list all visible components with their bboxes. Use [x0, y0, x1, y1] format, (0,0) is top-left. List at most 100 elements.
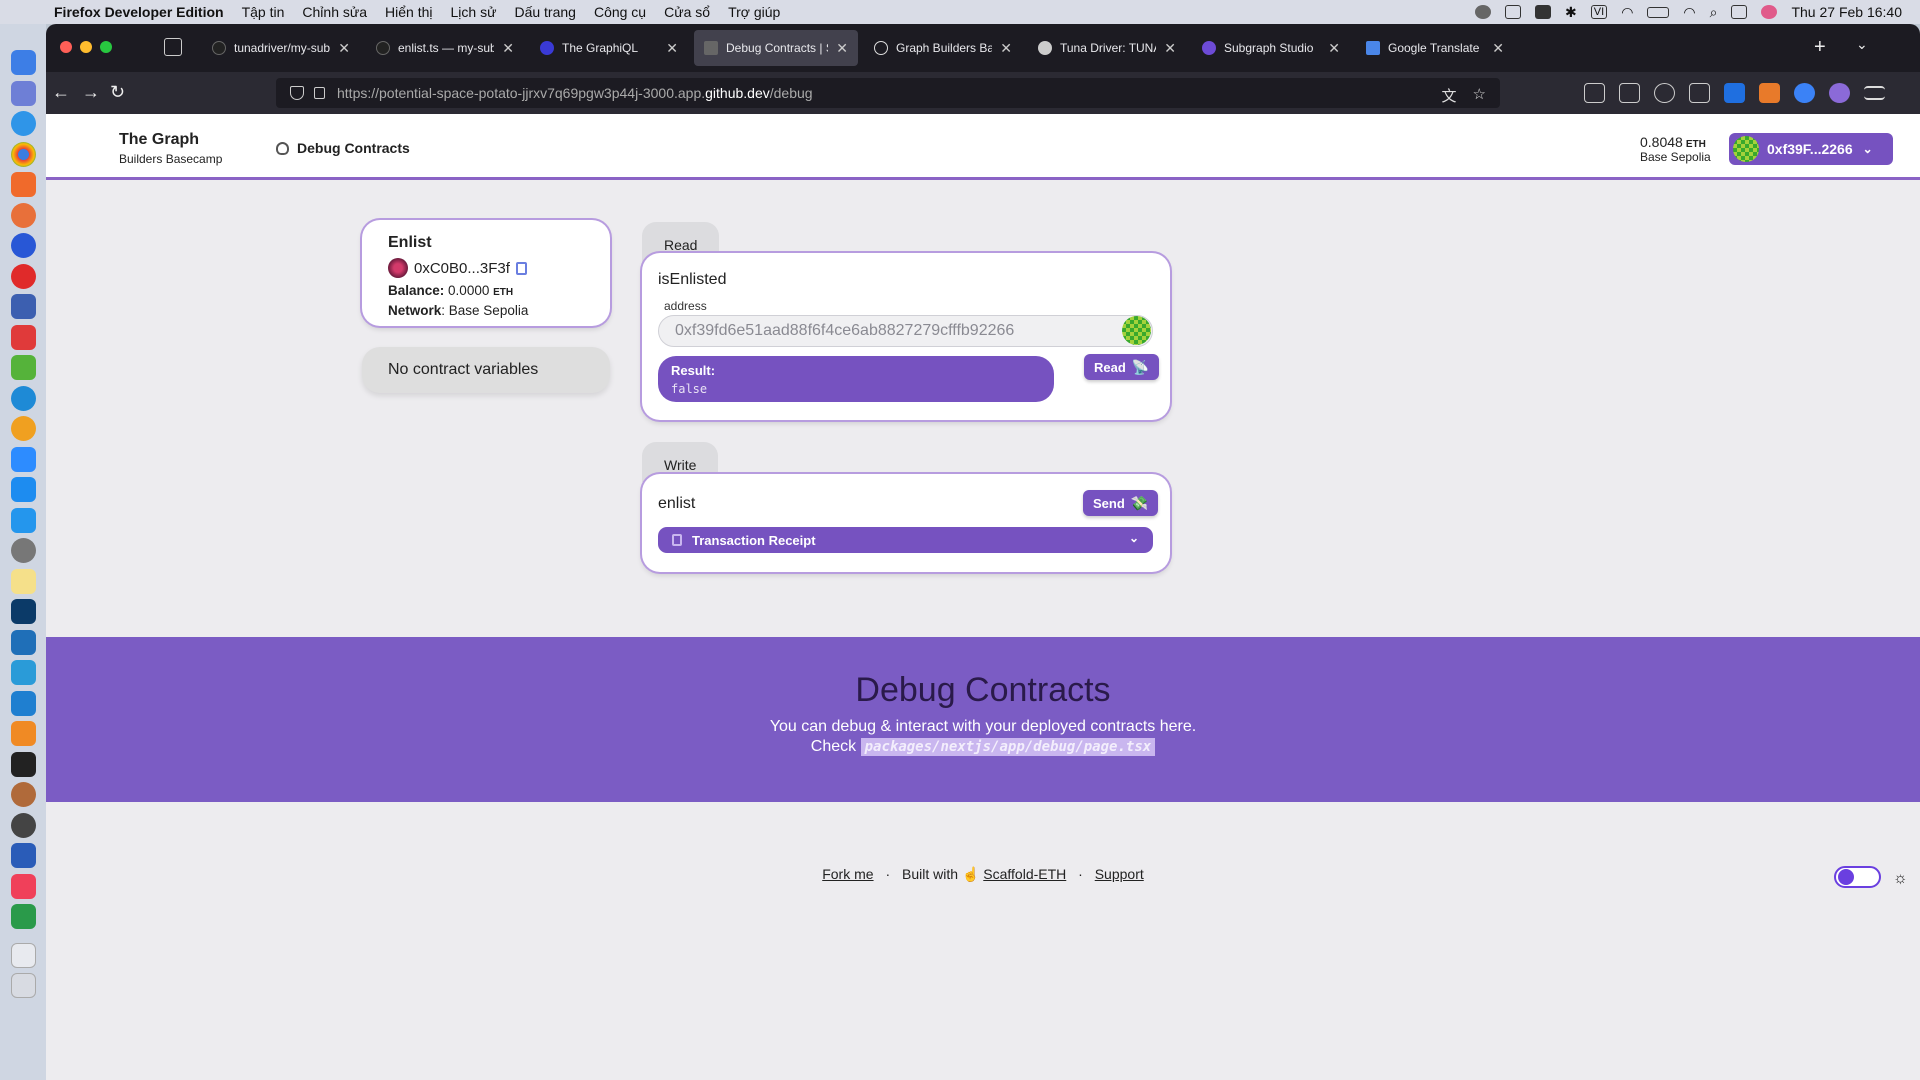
tab-list-icon[interactable]	[164, 38, 182, 56]
launchpad-icon[interactable]	[10, 80, 36, 106]
bookmark-star-icon[interactable]: ☆	[1473, 85, 1486, 106]
app-brown-icon[interactable]	[10, 782, 36, 807]
tab-close-icon[interactable]: ✕	[1492, 40, 1504, 57]
vivaldi-icon[interactable]	[10, 324, 36, 350]
pocket-icon[interactable]	[1584, 83, 1605, 103]
close-window-button[interactable]	[60, 41, 72, 53]
brand-title[interactable]: The Graph	[119, 131, 199, 149]
zoom-icon[interactable]	[10, 446, 36, 472]
url-bar[interactable]: https://potential-space-potato-jjrxv7q69…	[276, 78, 1500, 108]
browser-tab[interactable]: The GraphiQL ✕	[530, 30, 688, 66]
canva-icon[interactable]	[10, 660, 36, 685]
chevron-down-icon[interactable]: ⌄	[1856, 36, 1868, 53]
wallet-button[interactable]: 0xf39F...2266 ⌄	[1729, 133, 1893, 165]
extensions-icon[interactable]	[1689, 83, 1710, 103]
menubar-app-name[interactable]: Firefox Developer Edition	[54, 4, 224, 20]
sublime-icon[interactable]	[10, 721, 36, 746]
brave-icon[interactable]	[10, 172, 36, 197]
browser-tab[interactable]: tunadriver/my-subgraph: T ✕	[202, 30, 360, 66]
menu-hamburger-icon[interactable]	[1864, 86, 1885, 100]
support-link[interactable]: Support	[1095, 866, 1144, 882]
scaffold-eth-link[interactable]: Scaffold-ETH	[983, 866, 1066, 882]
tab-close-icon[interactable]: ✕	[338, 40, 350, 57]
spotlight-icon[interactable]: ⌕	[1710, 4, 1718, 21]
back-icon[interactable]: ←	[52, 82, 70, 102]
shield-icon[interactable]	[290, 86, 304, 100]
status-app-icon[interactable]	[1475, 5, 1492, 19]
menu-history[interactable]: Lịch sử	[451, 4, 497, 20]
tab-close-icon[interactable]: ✕	[502, 40, 514, 57]
outlook-icon[interactable]	[10, 629, 36, 655]
tab-close-icon[interactable]: ✕	[836, 40, 848, 57]
browser-tab[interactable]: Google Translate ✕	[1356, 30, 1514, 66]
control-center-icon[interactable]	[1731, 5, 1748, 19]
music-icon[interactable]	[10, 873, 36, 899]
menu-help[interactable]: Trợ giúp	[728, 4, 780, 20]
chrome-icon[interactable]	[10, 141, 36, 167]
menu-bookmarks[interactable]: Dấu trang	[514, 4, 575, 20]
terminal-icon[interactable]	[10, 751, 36, 777]
minimize-window-button[interactable]	[80, 41, 92, 53]
nav-debug-contracts[interactable]: Debug Contracts	[276, 140, 410, 156]
url-text[interactable]: https://potential-space-potato-jjrxv7q69…	[337, 85, 813, 101]
contract-address[interactable]: 0xC0B0...3F3f	[414, 260, 510, 277]
docker-icon[interactable]	[10, 507, 36, 533]
menu-window[interactable]: Cửa sổ	[664, 4, 710, 20]
copy-icon[interactable]	[515, 261, 527, 275]
siri-icon[interactable]	[1761, 5, 1778, 19]
tab-close-icon[interactable]: ✕	[1000, 40, 1012, 57]
tab-close-icon[interactable]: ✕	[1328, 40, 1340, 57]
forward-icon[interactable]: →	[82, 82, 100, 102]
input-source-icon[interactable]: VI	[1590, 5, 1608, 19]
browser-tab[interactable]: Graph Builders Basecamp ✕	[864, 30, 1022, 66]
notes-icon[interactable]	[10, 568, 36, 594]
safari-icon[interactable]	[10, 111, 36, 136]
translate-page-icon[interactable]: 文	[1442, 85, 1457, 106]
settings-icon[interactable]	[10, 538, 36, 563]
clock-datetime[interactable]: Thu 27 Feb 16:40	[1791, 4, 1902, 20]
kiwi-extension-icon[interactable]	[1724, 83, 1745, 103]
firefox-dev-icon[interactable]	[10, 233, 36, 258]
app-orange-icon[interactable]	[10, 416, 36, 441]
browser-tab[interactable]: enlist.ts — my-subgraph [C ✕	[366, 30, 524, 66]
document-icon[interactable]	[10, 942, 36, 968]
wifi-icon[interactable]: ◠	[1683, 4, 1695, 21]
fork-me-link[interactable]: Fork me	[822, 866, 873, 882]
finder-icon[interactable]	[10, 50, 36, 75]
kucoin-icon[interactable]	[10, 904, 36, 929]
ghost-extension-icon[interactable]	[1829, 83, 1850, 103]
reload-icon[interactable]: ↻	[110, 82, 125, 102]
menu-view[interactable]: Hiển thị	[385, 4, 432, 20]
lock-icon[interactable]	[314, 87, 325, 99]
zoom-window-button[interactable]	[100, 41, 112, 53]
browser-tab[interactable]: Tuna Driver: TUNA Token | ✕	[1028, 30, 1186, 66]
brand-subtitle[interactable]: Builders Basecamp	[119, 152, 222, 166]
menu-tools[interactable]: Công cụ	[594, 4, 646, 20]
tab-close-icon[interactable]: ✕	[666, 40, 678, 57]
menu-file[interactable]: Tập tin	[242, 4, 285, 20]
diamond-extension-icon[interactable]	[1794, 83, 1815, 103]
browser-tab[interactable]: Subgraph Studio ✕	[1192, 30, 1350, 66]
status-box-icon[interactable]	[1505, 5, 1522, 19]
headphones-icon[interactable]: ◠	[1621, 4, 1633, 21]
devtools-wrench-icon[interactable]	[1619, 83, 1640, 103]
opera-icon[interactable]	[10, 263, 36, 289]
browser-tab-active[interactable]: Debug Contracts | Scaffold ✕	[694, 30, 858, 66]
appstore-icon[interactable]	[10, 477, 36, 502]
trash-icon[interactable]	[10, 973, 36, 998]
status-display-icon[interactable]	[1535, 5, 1552, 19]
chatgpt-icon[interactable]	[10, 812, 36, 838]
address-input[interactable]: 0xf39fd6e51aad88f6f4ce6ab8827279cfffb922…	[658, 315, 1153, 347]
metamask-icon[interactable]	[1759, 83, 1780, 103]
new-tab-icon[interactable]: +	[1814, 36, 1826, 59]
battery-icon[interactable]	[1647, 6, 1670, 18]
tab-close-icon[interactable]: ✕	[1164, 40, 1176, 57]
firefox-icon[interactable]	[10, 202, 36, 228]
edge-icon[interactable]	[10, 385, 36, 411]
word-icon[interactable]	[10, 843, 36, 868]
menu-edit[interactable]: Chỉnh sửa	[302, 4, 367, 20]
transaction-receipt-toggle[interactable]: Transaction Receipt ⌄	[658, 527, 1153, 553]
vscode-icon[interactable]	[10, 690, 36, 716]
account-icon[interactable]	[1654, 83, 1675, 103]
bluetooth-icon[interactable]: ✱	[1565, 4, 1577, 21]
